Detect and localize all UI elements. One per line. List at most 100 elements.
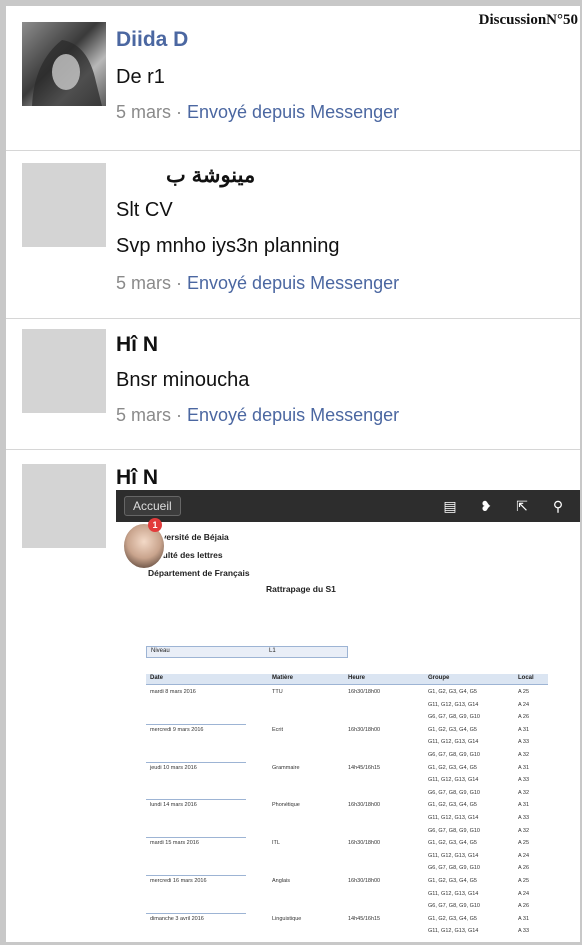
table-row: G11, G12, G13, G14 A 33 xyxy=(146,738,548,749)
table-row: mardi 8 mars 2016 TTU 16h30/18h00 G1, G2, G… xyxy=(146,688,548,699)
table-cell: 14h45/16h15 xyxy=(348,915,381,922)
table-cell: mardi 15 mars 2016 xyxy=(150,840,199,847)
row-divider xyxy=(146,799,246,801)
table-cell: 14h45/16h15 xyxy=(348,764,381,771)
avatar[interactable] xyxy=(22,163,106,247)
table-cell: G1, G2, G3, G4, G5 xyxy=(428,726,477,733)
table-cell: 16h30/18h00 xyxy=(348,802,381,809)
table-cell: Phonétique xyxy=(272,802,300,809)
table-cell: G11, G12, G13, G14 xyxy=(428,815,479,821)
table-cell: Linguistique xyxy=(272,915,302,922)
message-text: De r1 xyxy=(116,66,165,88)
table-row: G11, G12, G13, G14 A 33 xyxy=(146,814,548,825)
table-row: G6, G7, G8, G9, G10 A 26 xyxy=(146,864,548,875)
table-row: mercredi 9 mars 2016 Ecrit 16h30/18h00 G1, … xyxy=(146,726,548,737)
department-name: Département de Français xyxy=(148,568,250,578)
table-cell: A 31 xyxy=(518,915,530,922)
message-meta: 5 mars · Envoyé depuis Messenger xyxy=(116,102,400,122)
messenger-link[interactable]: Envoyé depuis Messenger xyxy=(187,405,399,425)
table-cell: G6, G7, G8, G9, G10 xyxy=(428,865,480,872)
table-cell: Ecrit xyxy=(272,726,283,733)
message-meta: 5 mars · Envoyé depuis Messenger xyxy=(116,273,400,293)
table-row: mardi 15 mars 2016 ITL 16h30/18h00 G1, G2, … xyxy=(146,839,548,850)
share-icon[interactable]: ⇱ xyxy=(514,498,530,514)
attached-image[interactable]: Accueil ▤ ❥ ⇱ ⚲ Université de Béjaia Fac… xyxy=(116,490,580,942)
table-cell: G6, G7, G8, G9, G10 xyxy=(428,752,480,758)
message-text: Slt CV xyxy=(116,199,173,221)
messenger-link[interactable]: Envoyé depuis Messenger xyxy=(187,273,399,293)
table-row: dimanche 3 avril 2016 Linguistique 14h45/1… xyxy=(146,915,548,926)
avatar[interactable] xyxy=(22,329,106,413)
table-cell: A 26 xyxy=(518,903,530,910)
table-cell: lundi 14 mars 2016 xyxy=(150,802,197,809)
table-cell: Anglais xyxy=(272,878,291,884)
table-cell: dimanche 3 avril 2016 xyxy=(150,915,204,922)
table-cell: G1, G2, G3, G4, G5 xyxy=(428,689,477,695)
table-cell: A 31 xyxy=(518,726,530,733)
table-cell: jeudi 10 mars 2016 xyxy=(150,764,197,771)
table-cell: G11, G12, G13, G14 xyxy=(428,852,479,859)
table-cell: A 31 xyxy=(518,802,530,809)
table-row: G6, G7, G8, G9, G10 A 32 xyxy=(146,789,548,800)
sender-name[interactable]: Hî N xyxy=(116,466,158,490)
notification-badge: 1 xyxy=(148,518,162,532)
sender-name[interactable]: مينوشة ب xyxy=(166,163,255,188)
table-cell: G11, G12, G13, G14 xyxy=(428,739,479,746)
message-item: مينوشة ب Slt CV Svp mnho iys3n planning … xyxy=(6,151,580,319)
message-date: 5 mars xyxy=(116,102,172,122)
table-cell: G11, G12, G13, G14 xyxy=(428,777,479,784)
schedule-document: Université de Béjaia Faculté des lettres… xyxy=(116,522,580,942)
table-cell: G11, G12, G13, G14 xyxy=(428,701,479,708)
home-button[interactable]: Accueil xyxy=(124,496,181,516)
table-cell: A 26 xyxy=(518,714,530,721)
table-cell: A 33 xyxy=(518,928,530,935)
table-row: G6, G7, G8, G9, G10 A 32 xyxy=(146,827,548,838)
table-cell: A 31 xyxy=(518,764,530,771)
table-cell: mercredi 16 mars 2016 xyxy=(150,878,207,884)
table-row: mercredi 16 mars 2016 Anglais 16h30/18h00 G… xyxy=(146,877,548,888)
table-cell: A 32 xyxy=(518,827,530,834)
message-text: Bnsr minoucha xyxy=(116,369,250,391)
table-cell: G1, G2, G3, G4, G5 xyxy=(428,764,477,771)
sender-name[interactable]: Diida D xyxy=(116,28,188,52)
table-cell: G1, G2, G3, G4, G5 xyxy=(428,878,477,884)
search-icon[interactable]: ⚲ xyxy=(550,498,566,514)
table-row: lundi 14 mars 2016 Phonétique 16h30/18h00 G… xyxy=(146,801,548,812)
message-date: 5 mars xyxy=(116,405,172,425)
table-cell: G1, G2, G3, G4, G5 xyxy=(428,915,477,922)
chat-icon[interactable]: ❥ xyxy=(478,498,494,514)
avatar[interactable] xyxy=(22,464,106,548)
table-cell: 16h30/18h00 xyxy=(348,878,381,884)
table-cell: 16h30/18h00 xyxy=(348,689,381,695)
messenger-link[interactable]: Envoyé depuis Messenger xyxy=(187,102,399,122)
table-cell: G6, G7, G8, G9, G10 xyxy=(428,903,480,910)
row-divider xyxy=(146,837,246,839)
table-row: G11, G12, G13, G14 A 33 xyxy=(146,927,548,938)
avatar[interactable] xyxy=(22,22,106,106)
table-cell: A 24 xyxy=(518,890,530,897)
list-icon[interactable]: ▤ xyxy=(442,498,458,514)
row-divider xyxy=(146,761,246,763)
message-text: Svp mnho iys3n planning xyxy=(116,235,340,257)
table-cell: A 33 xyxy=(518,739,530,746)
table-cell: A 24 xyxy=(518,701,530,708)
table-cell: ITL xyxy=(272,840,280,847)
sender-name[interactable]: Hî N xyxy=(116,333,158,357)
table-cell: A 25 xyxy=(518,840,530,847)
table-cell: A 33 xyxy=(518,777,530,784)
table-cell: G1, G2, G3, G4, G5 xyxy=(428,802,477,809)
table-cell: A 25 xyxy=(518,878,530,884)
table-row: G6, G7, G8, G9, G10 A 26 xyxy=(146,713,548,724)
table-cell: G11, G12, G13, G14 xyxy=(428,890,479,897)
table-cell: A 32 xyxy=(518,789,530,796)
table-cell: A 32 xyxy=(518,752,530,758)
table-cell: A 26 xyxy=(518,865,530,872)
table-cell: G1, G2, G3, G4, G5 xyxy=(428,840,477,847)
table-cell: 16h30/18h00 xyxy=(348,726,381,733)
table-cell: A 25 xyxy=(518,689,530,695)
message-item: Diida D De r1 5 mars · Envoyé depuis Mes… xyxy=(6,6,580,151)
table-row: G6, G7, G8, G9, G10 A 32 xyxy=(146,751,548,762)
hooded-person-icon xyxy=(32,40,102,106)
table-cell: A 33 xyxy=(518,815,530,821)
table-cell: TTU xyxy=(272,689,283,695)
